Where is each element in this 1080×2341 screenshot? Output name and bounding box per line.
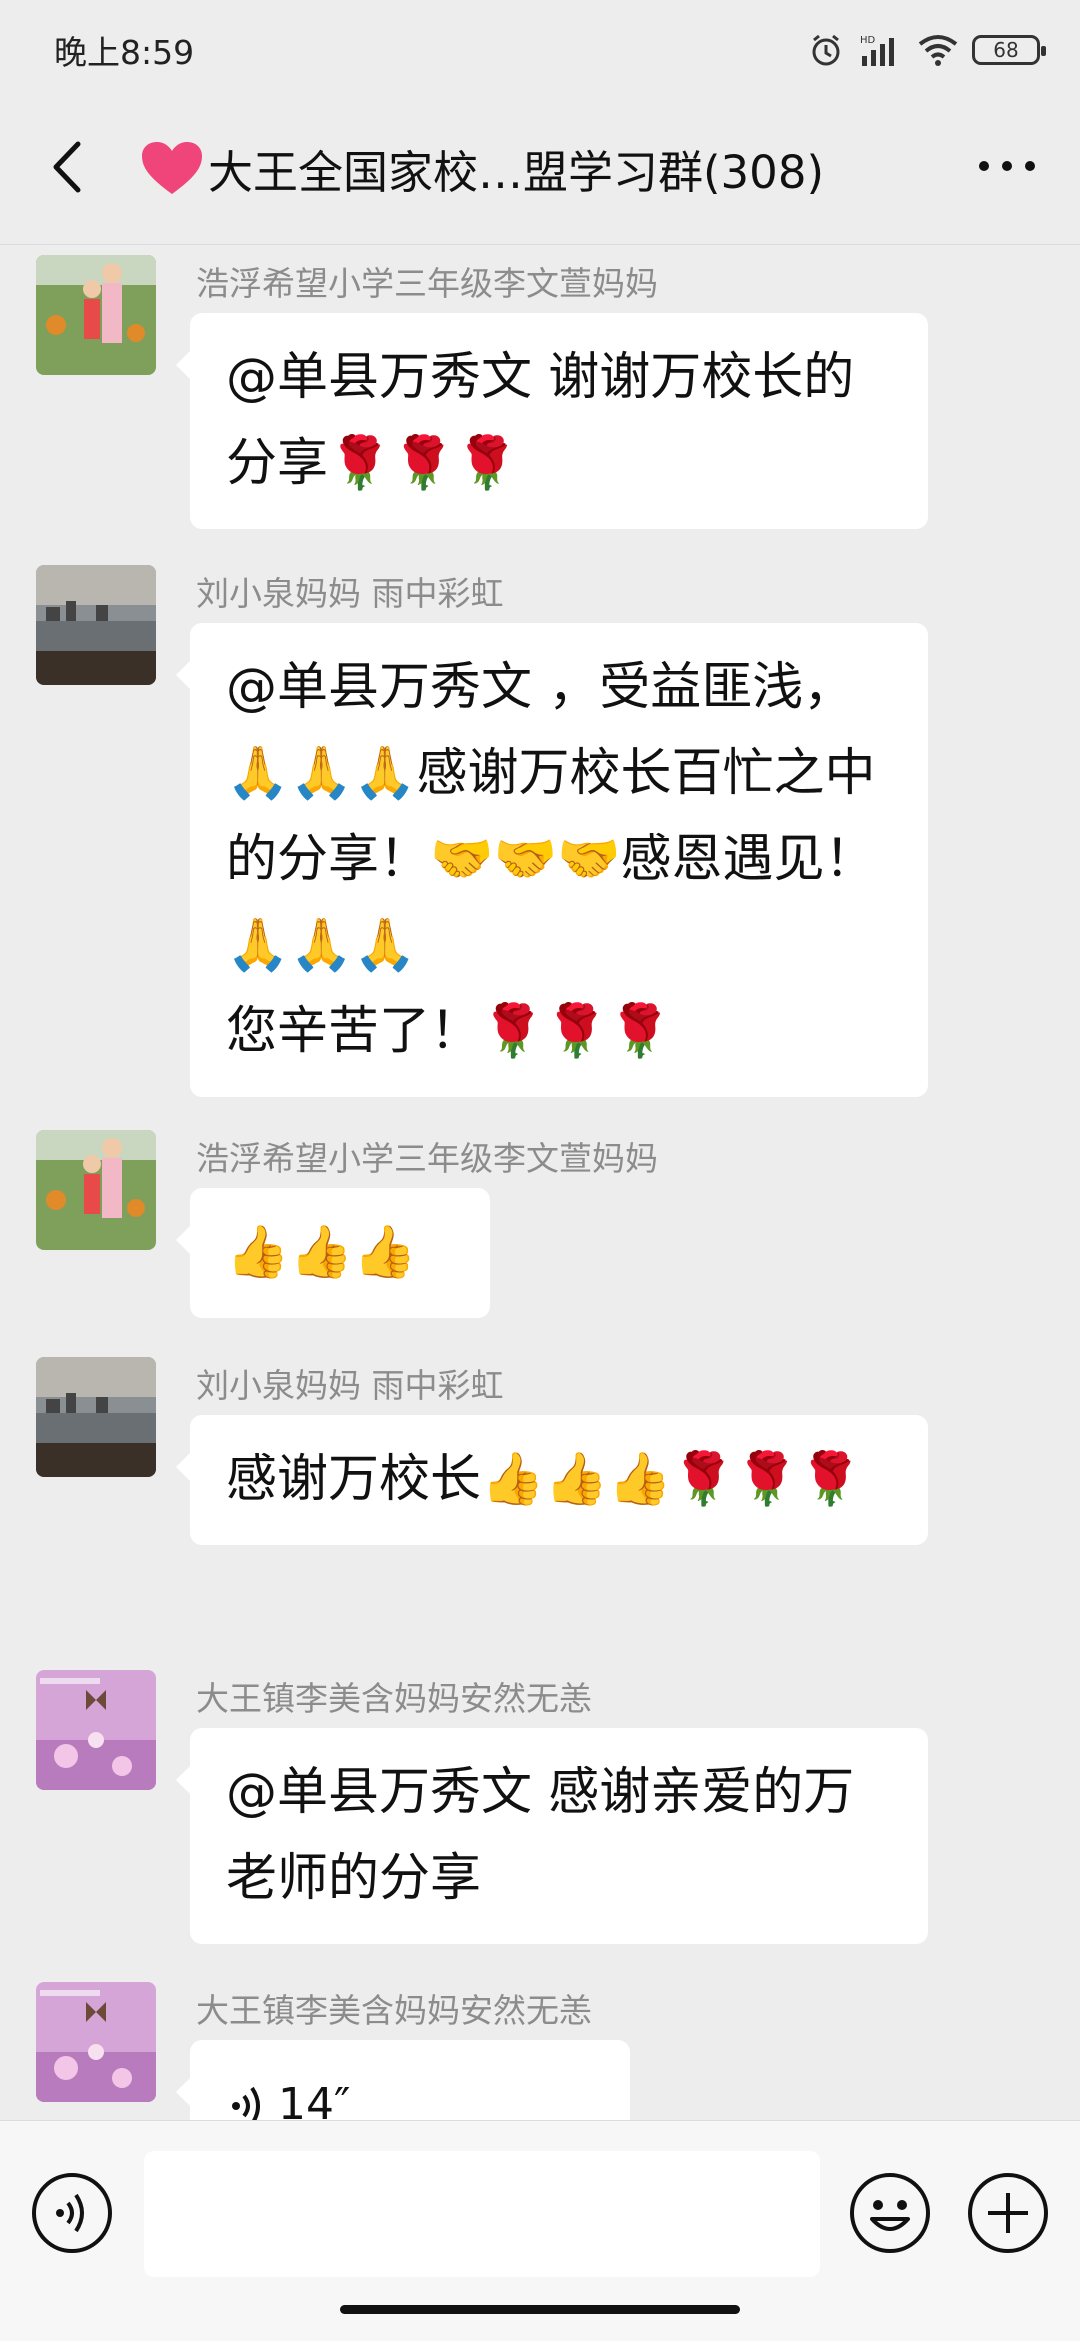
sender-name: 刘小泉妈妈 雨中彩虹 [196, 1366, 504, 1405]
voice-wave-icon [232, 2086, 260, 2120]
plus-icon [968, 2173, 1048, 2253]
home-indicator[interactable] [340, 2305, 740, 2314]
voice-input-icon [32, 2173, 112, 2253]
chat-header: 大王全国家校…盟学习群(308) [0, 96, 1080, 245]
avatar[interactable] [36, 1982, 156, 2102]
status-icons: HD 68 [808, 26, 1046, 74]
back-button[interactable] [36, 132, 106, 202]
message-bubble[interactable]: @单县万秀文 谢谢万校长的分享🌹🌹🌹 [176, 313, 928, 529]
wifi-icon [918, 34, 958, 66]
sender-name: 刘小泉妈妈 雨中彩虹 [196, 574, 504, 613]
status-bar: 晚上8:59 HD 68 [0, 0, 1080, 96]
avatar[interactable] [36, 255, 156, 375]
more-actions-button[interactable] [966, 2171, 1050, 2255]
back-arrow-icon [53, 141, 81, 193]
message-bubble[interactable]: @单县万秀文 ，受益匪浅，🙏🙏🙏感谢万校长百忙之中的分享！🤝🤝🤝感恩遇见！🙏🙏🙏… [176, 623, 928, 1097]
status-time: 晚上8:59 [54, 33, 195, 72]
chat-message-list[interactable]: 浩浮希望小学三年级李文萱妈妈 @单县万秀文 谢谢万校长的分享🌹🌹🌹 刘小泉妈妈 … [0, 245, 1080, 2120]
sender-name: 浩浮希望小学三年级李文萱妈妈 [196, 264, 658, 303]
chat-title-text: 大王全国家校…盟学习群(308) [208, 145, 825, 199]
sender-name: 浩浮希望小学三年级李文萱妈妈 [196, 1139, 658, 1178]
message-bubble[interactable]: 👍👍👍 [176, 1188, 490, 1318]
heart-icon [142, 142, 202, 194]
avatar[interactable] [36, 565, 156, 685]
sender-name: 大王镇李美含妈妈安然无恙 [196, 1679, 592, 1718]
avatar[interactable] [36, 1670, 156, 1790]
message-bubble[interactable]: @单县万秀文 感谢亲爱的万老师的分享 [176, 1728, 928, 1944]
voice-message-bubble[interactable]: 14″ [176, 2040, 630, 2120]
signal-icon: HD [858, 32, 904, 68]
message-bubble[interactable]: 感谢万校长👍👍👍🌹🌹🌹 [176, 1415, 928, 1545]
chat-title: 大王全国家校…盟学习群(308) [140, 136, 920, 200]
avatar[interactable] [36, 1357, 156, 1477]
more-dots-icon [979, 161, 1035, 171]
more-options-button[interactable] [972, 144, 1042, 188]
emoji-icon [850, 2173, 930, 2253]
network-label: HD [860, 35, 876, 46]
message-input[interactable] [144, 2151, 820, 2277]
sender-name: 大王镇李美含妈妈安然无恙 [196, 1991, 592, 2030]
emoji-button[interactable] [848, 2171, 932, 2255]
avatar[interactable] [36, 1130, 156, 1250]
alarm-icon [808, 32, 844, 68]
voice-input-button[interactable] [30, 2171, 114, 2255]
voice-duration: 14″ [278, 2079, 351, 2120]
battery-indicator: 68 [972, 35, 1046, 65]
